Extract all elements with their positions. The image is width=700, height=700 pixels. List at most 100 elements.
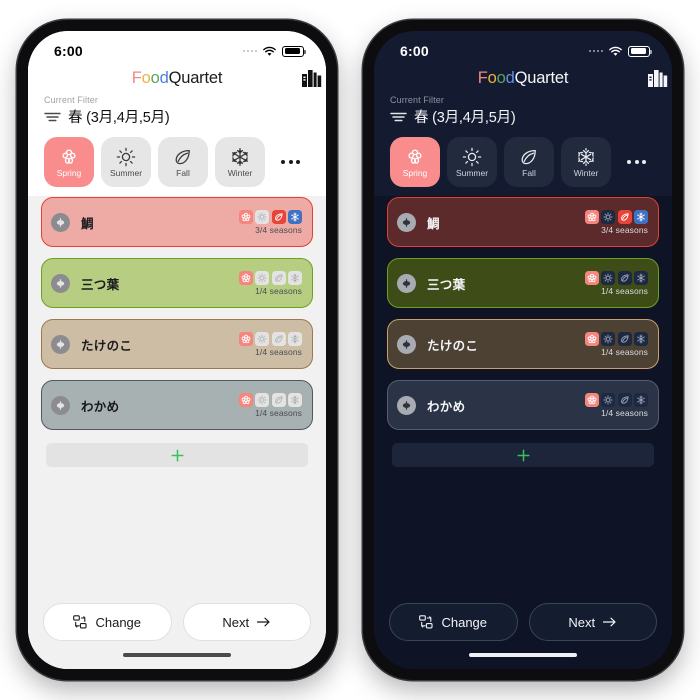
phone-light: 6:00 FoodQuartet Current Filter 春 (3月,4月… [17, 20, 337, 680]
change-button[interactable]: Change [43, 603, 172, 641]
seasons-count: 1/4 seasons [601, 285, 648, 296]
food-card-mitsuba[interactable]: 三つ葉 1/4 seasons [41, 258, 313, 308]
avatar [397, 212, 416, 232]
season-chip-summer[interactable]: Summer [447, 137, 497, 187]
books-icon[interactable] [301, 68, 322, 88]
badge-spring [238, 392, 253, 407]
food-name: わかめ [81, 399, 120, 414]
food-name: わかめ [427, 399, 466, 414]
season-chip-spring-label: Spring [402, 168, 428, 179]
badge-fall [617, 392, 632, 407]
season-chip-summer[interactable]: Summer [101, 137, 151, 187]
wifi-icon [609, 46, 622, 56]
badge-spring [238, 331, 253, 346]
food-card-wakame[interactable]: わかめ 1/4 seasons [387, 380, 659, 430]
badge-summer [601, 270, 615, 285]
change-button-label: Change [95, 614, 142, 630]
fish-icon [56, 400, 65, 410]
badge-winter [288, 270, 302, 285]
sun-icon [257, 394, 267, 405]
fish-icon [56, 217, 65, 227]
phone-screen-dark: 6:00 FoodQuartet Current Filter 春 (3月,4月… [374, 31, 672, 669]
season-chip-summer-label: Summer [109, 168, 143, 179]
sun-icon [462, 148, 482, 167]
current-filter-row[interactable]: 春 (3月,4月,5月) [390, 106, 659, 127]
snowflake-icon [637, 212, 645, 221]
current-filter-value: 春 (3月,4月,5月) [414, 110, 516, 126]
season-chip-spring[interactable]: Spring [44, 137, 94, 187]
season-badges-wrap: 1/4 seasons [584, 392, 648, 418]
season-chip-winter[interactable]: Winter [561, 137, 611, 187]
home-indicator[interactable] [123, 653, 231, 657]
more-seasons-button[interactable] [277, 154, 304, 170]
filter-lines-icon [390, 112, 407, 121]
avatar [51, 212, 70, 232]
sun-icon [603, 211, 613, 222]
current-filter-block: Current Filter 春 (3月,4月,5月) [28, 95, 326, 133]
season-chip-fall[interactable]: Fall [504, 137, 554, 187]
season-chip-fall-label: Fall [176, 168, 190, 179]
status-bar: 6:00 [28, 31, 326, 65]
more-seasons-button[interactable] [623, 154, 650, 170]
seasons-count: 3/4 seasons [255, 224, 302, 235]
season-badges [584, 270, 648, 285]
app-logo: FoodQuartet [132, 69, 223, 88]
app-header: FoodQuartet [374, 65, 672, 95]
season-badges [584, 392, 648, 407]
books-icon[interactable] [647, 68, 668, 88]
arrow-right-icon [257, 617, 270, 627]
food-card-tai[interactable]: 鯛 3/4 seasons [387, 197, 659, 247]
badge-winter [634, 392, 648, 407]
current-filter-row[interactable]: 春 (3月,4月,5月) [44, 106, 313, 127]
sun-icon [603, 333, 613, 344]
season-badges-wrap: 3/4 seasons [584, 209, 648, 235]
next-button-label: Next [222, 614, 250, 630]
food-card-wakame[interactable]: わかめ 1/4 seasons [41, 380, 313, 430]
next-button[interactable]: Next [182, 603, 311, 641]
season-badges [584, 331, 648, 346]
badge-summer [255, 209, 269, 224]
add-food-button[interactable] [46, 443, 308, 467]
fish-icon [402, 400, 411, 410]
status-indicators [242, 45, 306, 57]
season-chip-row: Spring Summer Fall Winter [28, 133, 326, 196]
action-button-row: Change Next [41, 603, 313, 641]
home-indicator[interactable] [469, 653, 577, 657]
leaf-icon [175, 150, 190, 165]
add-food-button[interactable] [392, 443, 654, 467]
badge-fall [271, 209, 286, 224]
food-card-takenoko[interactable]: たけのこ 1/4 seasons [387, 319, 659, 369]
food-name: 鯛 [81, 216, 94, 231]
logo-letter-o2: o [496, 69, 506, 87]
season-chip-spring[interactable]: Spring [390, 137, 440, 187]
snowflake-icon [637, 334, 645, 343]
badge-fall [271, 392, 286, 407]
season-chip-winter[interactable]: Winter [215, 137, 265, 187]
food-name: 三つ葉 [81, 277, 120, 292]
food-card-takenoko[interactable]: たけのこ 1/4 seasons [41, 319, 313, 369]
season-badges [238, 331, 302, 346]
snowflake-icon [291, 273, 299, 282]
season-chip-fall[interactable]: Fall [158, 137, 208, 187]
food-card-mitsuba[interactable]: 三つ葉 1/4 seasons [387, 258, 659, 308]
leaf-icon [620, 212, 629, 221]
arrow-right-icon [603, 617, 616, 627]
logo-letter-o1: o [141, 69, 151, 87]
badge-spring [584, 331, 599, 346]
snowflake-icon [578, 148, 594, 167]
next-button[interactable]: Next [528, 603, 657, 641]
app-content-light: FoodQuartet Current Filter 春 (3月,4月,5月) … [28, 65, 326, 641]
logo-letter-o1: o [487, 69, 497, 87]
status-indicators [588, 45, 652, 57]
status-bar: 6:00 [374, 31, 672, 65]
leaf-icon [274, 273, 283, 282]
season-badges-wrap: 1/4 seasons [238, 331, 302, 357]
food-card-tai[interactable]: 鯛 3/4 seasons [41, 197, 313, 247]
change-button[interactable]: Change [389, 603, 518, 641]
fish-icon [402, 339, 411, 349]
season-chip-spring-label: Spring [56, 168, 82, 179]
sun-icon [603, 272, 613, 283]
badge-winter [288, 331, 302, 346]
avatar [51, 334, 70, 354]
